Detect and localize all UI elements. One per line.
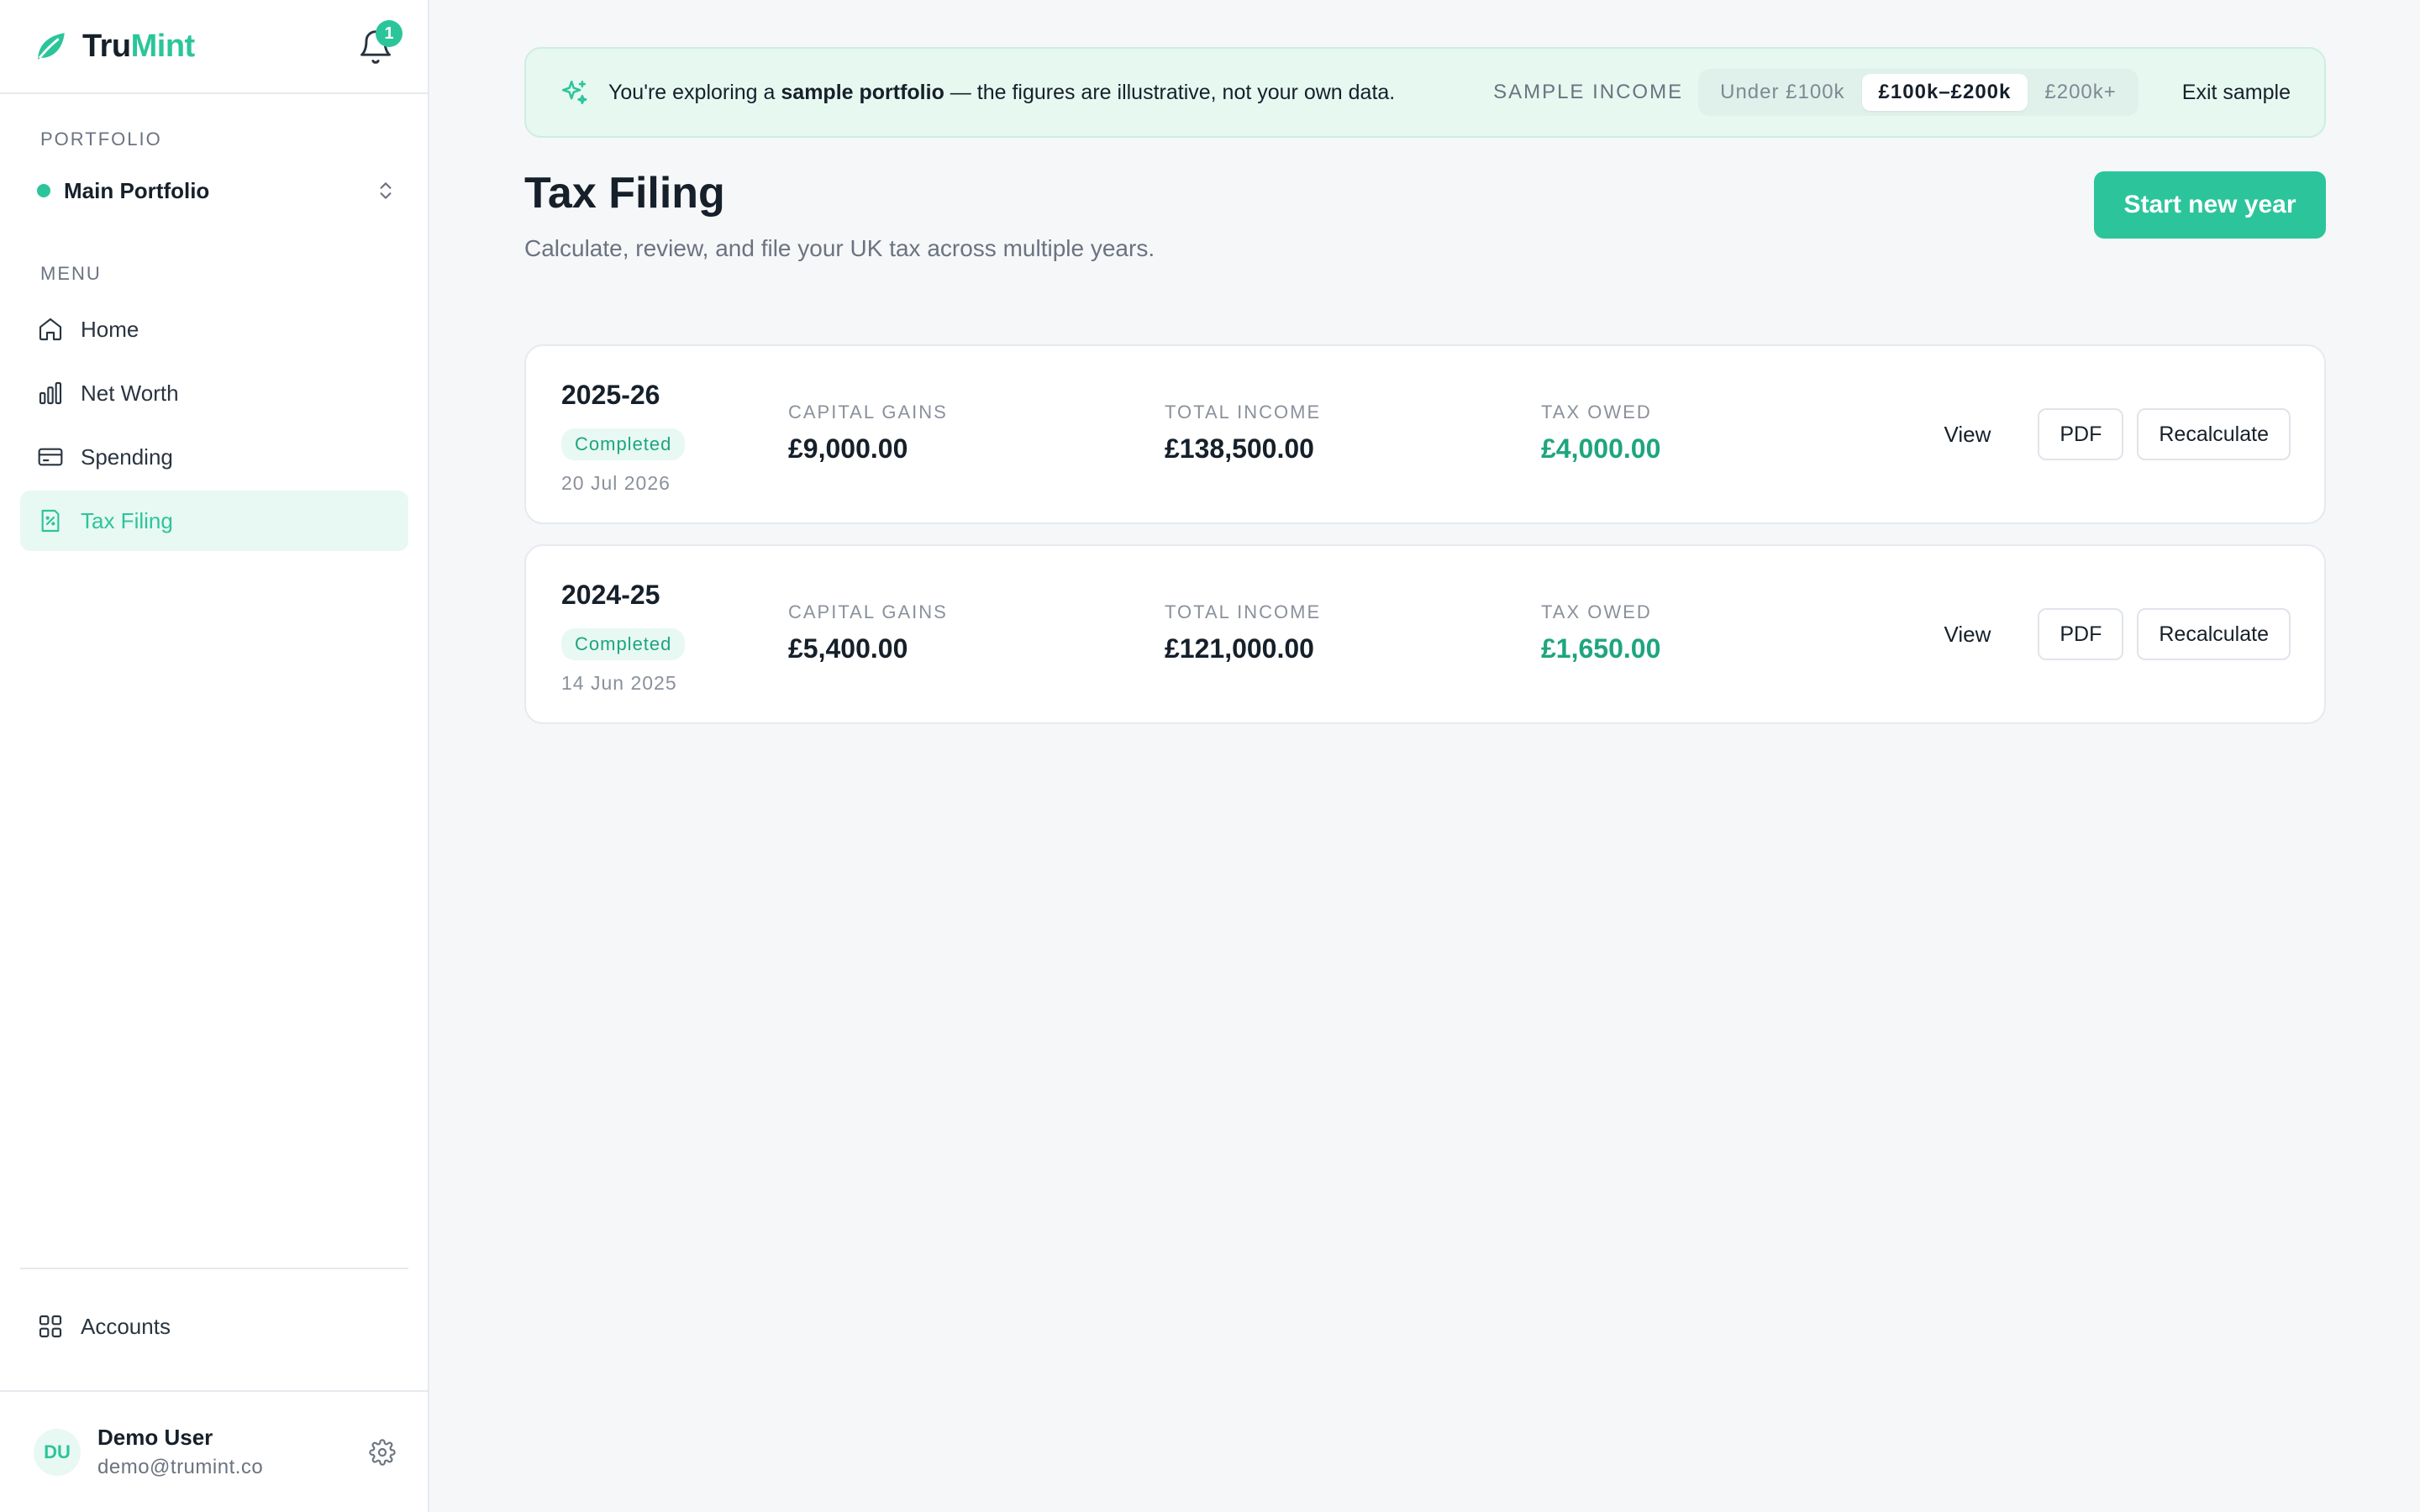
- card-actions: View PDF Recalculate: [1944, 408, 2291, 460]
- sample-income-selector: SAMPLE INCOME Under £100k £100k–£200k £2…: [1493, 69, 2139, 116]
- total-income-label: TOTAL INCOME: [1165, 402, 1322, 423]
- income-option-under-100k[interactable]: Under £100k: [1703, 74, 1861, 111]
- capital-gains-value: £5,400.00: [788, 633, 908, 664]
- brand-name-part2: Mint: [130, 28, 196, 64]
- notifications-button[interactable]: 1: [357, 20, 402, 66]
- home-icon: [39, 318, 62, 341]
- sidebar-item-label: Home: [81, 316, 139, 342]
- sidebar: TruMint 1 PORTFOLIO Main Portfolio MENU …: [0, 0, 429, 1512]
- capital-gains-metric: CAPITAL GAINS £5,400.00: [788, 601, 948, 664]
- view-button[interactable]: View: [1944, 622, 1991, 648]
- sidebar-item-label: Net Worth: [81, 380, 179, 406]
- status-badge: Completed: [561, 628, 686, 660]
- portfolio-name: Main Portfolio: [64, 177, 210, 203]
- user-email: demo@trumint.co: [97, 1456, 264, 1478]
- pdf-button[interactable]: PDF: [2038, 608, 2124, 660]
- tax-year: 2025-26: [561, 380, 660, 410]
- tax-owed-metric: TAX OWED £4,000.00: [1541, 402, 1660, 465]
- sidebar-divider: [20, 1268, 408, 1269]
- banner-message-suffix: — the figures are illustrative, not your…: [944, 80, 1396, 104]
- completed-date: 14 Jun 2025: [561, 672, 677, 694]
- banner-message: You're exploring a sample portfolio — th…: [608, 81, 1395, 105]
- brand-name-part1: Tru: [82, 28, 131, 64]
- banner-message-prefix: You're exploring a: [608, 80, 781, 104]
- sidebar-item-label: Tax Filing: [81, 507, 173, 533]
- status-badge: Completed: [561, 428, 686, 460]
- capital-gains-label: CAPITAL GAINS: [788, 402, 948, 423]
- recalculate-button[interactable]: Recalculate: [2137, 608, 2291, 660]
- exit-sample-button[interactable]: Exit sample: [2182, 81, 2291, 105]
- tax-year-card: 2024-25 Completed 14 Jun 2025 CAPITAL GA…: [524, 544, 2326, 724]
- pdf-button[interactable]: PDF: [2038, 408, 2124, 460]
- tax-owed-value: £1,650.00: [1541, 633, 1661, 664]
- notification-count-badge: 1: [376, 20, 402, 47]
- portfolio-section-label: PORTFOLIO: [40, 129, 162, 150]
- tax-owed-label: TAX OWED: [1541, 601, 1652, 622]
- tax-owed-metric: TAX OWED £1,650.00: [1541, 601, 1660, 664]
- sidebar-item-spending[interactable]: Spending: [20, 427, 408, 487]
- total-income-metric: TOTAL INCOME £121,000.00: [1165, 601, 1321, 664]
- income-option-100k-200k[interactable]: £100k–£200k: [1861, 74, 2028, 111]
- brand-header: TruMint 1: [0, 0, 428, 94]
- leaf-logo-icon: [38, 33, 65, 60]
- sidebar-item-label: Spending: [81, 444, 173, 470]
- tax-year-card: 2025-26 Completed 20 Jul 2026 CAPITAL GA…: [524, 344, 2326, 524]
- main-content: You're exploring a sample portfolio — th…: [430, 0, 2420, 1512]
- banner-message-bold: sample portfolio: [781, 80, 944, 104]
- brand-name[interactable]: TruMint: [82, 29, 195, 65]
- recalculate-button[interactable]: Recalculate: [2137, 408, 2291, 460]
- main-nav: Home Net Worth Spending Tax Filing: [20, 299, 408, 554]
- sidebar-item-accounts[interactable]: Accounts: [20, 1296, 408, 1357]
- sidebar-item-label: Accounts: [81, 1313, 171, 1339]
- gear-icon[interactable]: [369, 1438, 396, 1466]
- total-income-label: TOTAL INCOME: [1165, 601, 1322, 622]
- tax-owed-value: £4,000.00: [1541, 433, 1661, 464]
- card-actions: View PDF Recalculate: [1944, 608, 2291, 660]
- capital-gains-label: CAPITAL GAINS: [788, 601, 948, 622]
- capital-gains-metric: CAPITAL GAINS £9,000.00: [788, 402, 948, 465]
- total-income-value: £121,000.00: [1165, 633, 1314, 664]
- grid-icon: [39, 1315, 62, 1338]
- total-income-metric: TOTAL INCOME £138,500.00: [1165, 402, 1321, 465]
- sidebar-item-tax-filing[interactable]: Tax Filing: [20, 491, 408, 551]
- total-income-value: £138,500.00: [1165, 433, 1314, 464]
- capital-gains-value: £9,000.00: [788, 433, 908, 464]
- receipt-icon: [41, 509, 60, 533]
- income-segmented-control: Under £100k £100k–£200k £200k+: [1698, 69, 2139, 116]
- tax-owed-label: TAX OWED: [1541, 402, 1652, 423]
- menu-section-label: MENU: [40, 263, 102, 284]
- chevron-up-down-icon: [380, 182, 392, 199]
- completed-date: 20 Jul 2026: [561, 472, 671, 494]
- avatar[interactable]: DU: [34, 1428, 81, 1476]
- view-button[interactable]: View: [1944, 422, 1991, 448]
- sample-portfolio-banner: You're exploring a sample portfolio — th…: [524, 47, 2326, 138]
- user-info: Demo User demo@trumint.co: [97, 1425, 369, 1479]
- portfolio-status-dot: [37, 184, 50, 197]
- user-footer: DU Demo User demo@trumint.co: [0, 1390, 429, 1512]
- start-new-year-button[interactable]: Start new year: [2094, 171, 2326, 239]
- income-option-200k-plus[interactable]: £200k+: [2028, 74, 2133, 111]
- page-title: Tax Filing: [524, 169, 725, 218]
- sidebar-item-home[interactable]: Home: [20, 299, 408, 360]
- credit-card-icon: [38, 448, 63, 466]
- sparkle-icon: [561, 80, 587, 105]
- portfolio-selector[interactable]: Main Portfolio: [37, 173, 397, 208]
- sidebar-item-net-worth[interactable]: Net Worth: [20, 363, 408, 423]
- sample-income-label: SAMPLE INCOME: [1493, 81, 1684, 103]
- tax-year: 2024-25: [561, 580, 660, 610]
- user-name: Demo User: [97, 1425, 213, 1450]
- page-subtitle: Calculate, review, and file your UK tax …: [524, 235, 1155, 261]
- bar-chart-icon: [39, 381, 62, 405]
